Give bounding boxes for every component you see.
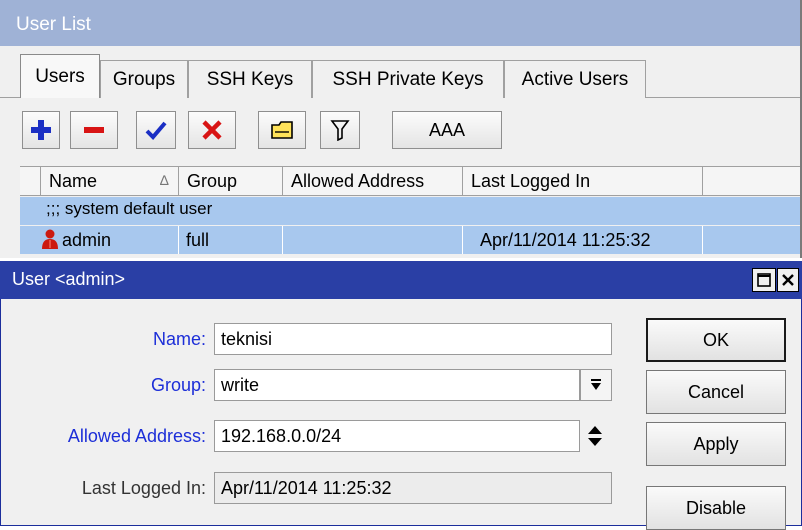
remove-button[interactable] [70,111,118,149]
group-dropdown-button[interactable] [580,369,612,401]
filter-icon [330,120,350,141]
last-logged-in-field: Apr/11/2014 11:25:32 [214,472,612,504]
last-logged-in-label: Last Logged In: [81,477,206,498]
ok-button[interactable]: OK [646,318,786,362]
add-button[interactable] [22,111,60,149]
disable-x-icon [202,120,222,140]
cell-group: full [186,229,210,250]
group-select[interactable]: write [214,369,580,401]
column-header-allowed-address[interactable]: Allowed Address [282,166,462,196]
tab-users[interactable]: Users [20,54,100,98]
cancel-button[interactable]: Cancel [646,370,786,414]
sort-indicator-icon: ∆ [160,172,169,188]
enable-check-icon [145,121,167,140]
tab-ssh-private-keys[interactable]: SSH Private Keys [312,60,504,98]
aaa-button[interactable]: AAA [392,111,502,149]
comment-button[interactable] [258,111,306,149]
column-header-group[interactable]: Group [178,166,282,196]
add-icon [31,120,51,140]
group-label: Group: [150,374,206,395]
apply-button[interactable]: Apply [646,422,786,466]
user-list-title: User List [16,14,91,35]
maximize-icon [757,273,771,287]
filter-button[interactable] [320,111,360,149]
row-divider [178,226,179,254]
up-down-icon[interactable] [586,424,604,453]
cell-name: admin [62,229,112,250]
tab-active-users[interactable]: Active Users [504,60,646,98]
dialog-title: User <admin> [12,269,126,289]
disable-user-button[interactable]: Disable [646,486,786,530]
row-divider [282,226,283,254]
close-button[interactable] [777,268,799,292]
cell-last-logged-in: Apr/11/2014 11:25:32 [480,229,651,250]
tab-ssh-keys[interactable]: SSH Keys [188,60,312,98]
tab-groups[interactable]: Groups [100,60,188,98]
maximize-button[interactable] [752,268,776,292]
row-divider [702,226,703,254]
comment-text: ;;; system default user [46,199,213,218]
table-row[interactable] [20,226,800,254]
name-field[interactable]: teknisi [214,323,612,355]
remove-icon [84,127,104,133]
close-icon [782,274,794,286]
enable-button[interactable] [136,111,176,149]
user-icon [40,228,60,255]
comment-icon [271,121,293,139]
allowed-address-label: Allowed Address: [67,425,206,446]
column-header-last-logged-in[interactable]: Last Logged In [462,166,702,196]
dropdown-arrow-icon [591,379,601,390]
allowed-address-field[interactable]: 192.168.0.0/24 [214,420,580,452]
row-divider [462,226,463,254]
column-divider [702,166,703,196]
user-list-titlebar[interactable] [0,0,800,46]
name-label: Name: [152,328,206,349]
disable-button[interactable] [188,111,236,149]
column-header-name[interactable]: Name [40,166,178,196]
